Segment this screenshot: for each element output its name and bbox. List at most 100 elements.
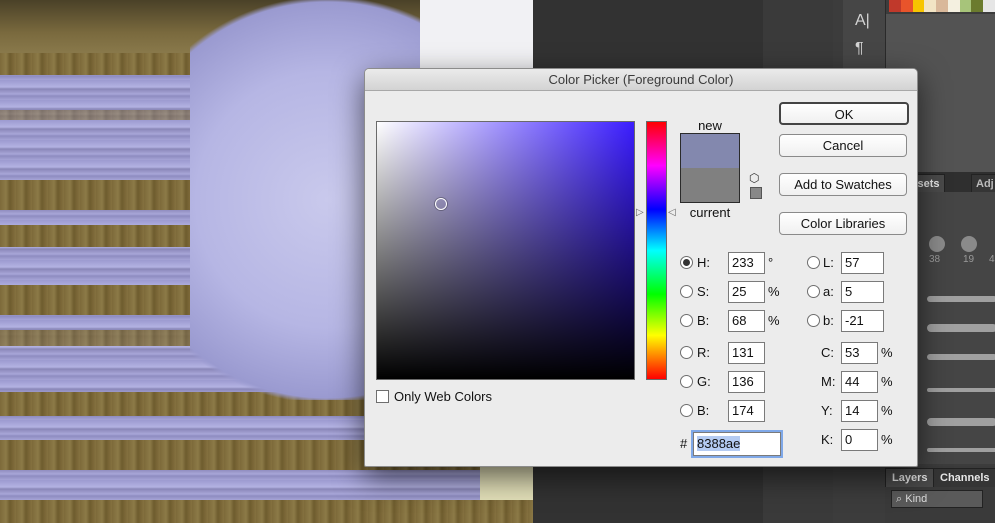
hue-input[interactable]: 233 [728,252,765,274]
blue-radio[interactable] [680,404,693,417]
add-to-swatches-button[interactable]: Add to Swatches [779,173,907,196]
cyan-input[interactable]: 53 [841,342,878,364]
search-icon: ⌕ [896,493,903,505]
red-input[interactable]: 131 [728,342,765,364]
blue-row: B: 174 [680,400,790,422]
brightness-radio[interactable] [680,314,693,327]
saturation-row: S: 25 % [680,281,790,303]
new-color-label: new [698,118,722,133]
brightness-input[interactable]: 68 [728,310,765,332]
swatches-strip[interactable] [889,0,995,12]
brush-stroke[interactable] [927,388,995,392]
magenta-input[interactable]: 44 [841,371,878,393]
hex-sign: # [680,436,688,451]
only-web-colors-label: Only Web Colors [394,389,493,404]
new-color-swatch [681,134,739,168]
saturation-input[interactable]: 25 [728,281,765,303]
kind-filter-label: Kind [905,493,928,505]
green-radio[interactable] [680,375,693,388]
swatch-chip[interactable] [947,0,960,12]
black-input[interactable]: 0 [841,429,878,451]
ok-button[interactable]: OK [779,102,909,125]
green-input[interactable]: 136 [728,371,765,393]
green-label: G: [697,374,711,389]
magenta-row: M: 44 % [821,371,911,393]
lab-a-radio[interactable] [807,285,820,298]
hue-slider-left-arrow-icon[interactable]: ▷ [636,207,644,218]
brush-preset-dot[interactable] [961,236,977,252]
brush-stroke[interactable] [927,296,995,302]
brightness-label: B: [697,313,710,328]
tab-adjustments[interactable]: Adj [971,174,995,193]
brush-stroke[interactable] [927,324,995,332]
brush-size-label: 38 [929,254,941,265]
yellow-row: Y: 14 % [821,400,911,422]
cyan-label: C: [821,345,834,360]
lab-a-label: a: [823,284,834,299]
hue-row: H: 233 ° [680,252,790,274]
swatch-chip[interactable] [900,0,913,12]
cyan-unit: % [881,345,893,360]
brush-stroke[interactable] [927,418,995,426]
brush-preset-dot[interactable] [929,236,945,252]
lab-b-input[interactable]: -21 [841,310,884,332]
color-preview [680,133,740,203]
brightness-row: B: 68 % [680,310,790,332]
brush-size-label: 4 [989,254,995,265]
saturation-radio[interactable] [680,285,693,298]
brush-size-label: 19 [963,254,975,265]
hue-slider-right-arrow-icon[interactable]: ◁ [668,207,676,218]
lab-a-input[interactable]: 5 [841,281,884,303]
yellow-input[interactable]: 14 [841,400,878,422]
swatch-chip[interactable] [971,0,984,12]
swatch-chip[interactable] [912,0,925,12]
green-row: G: 136 [680,371,790,393]
swatch-chip[interactable] [889,0,901,12]
layers-panel: Layers Channels ⌕ Kind [885,466,995,523]
swatch-chip[interactable] [924,0,937,12]
brush-stroke[interactable] [927,354,995,360]
color-libraries-button[interactable]: Color Libraries [779,212,907,235]
hue-radio[interactable] [680,256,693,269]
magenta-unit: % [881,374,893,389]
hue-label: H: [697,255,710,270]
brightness-unit: % [768,313,780,328]
swatch-chip[interactable] [983,0,995,12]
current-color-swatch[interactable] [681,168,739,202]
swatch-chip[interactable] [959,0,972,12]
cancel-button[interactable]: Cancel [779,134,907,157]
hex-input[interactable]: 8388ae [693,432,781,456]
black-row: K: 0 % [821,429,911,451]
saturation-label: S: [697,284,710,299]
only-web-colors-row: Only Web Colors [376,389,492,404]
blue-input[interactable]: 174 [728,400,765,422]
hue-slider[interactable] [646,121,667,380]
red-radio[interactable] [680,346,693,359]
tab-layers[interactable]: Layers [885,468,935,487]
color-field-marker[interactable] [435,198,447,210]
lab-l-row: L: 57 [807,252,907,274]
hue-unit: ° [768,255,774,270]
yellow-unit: % [881,403,893,418]
red-row: R: 131 [680,342,790,364]
black-label: K: [821,432,834,447]
lab-b-row: b: -21 [807,310,907,332]
lab-l-input[interactable]: 57 [841,252,884,274]
tab-channels[interactable]: Channels [933,468,995,487]
brush-stroke[interactable] [927,448,995,452]
photo-lace-band [0,500,533,523]
lab-l-radio[interactable] [807,256,820,269]
yellow-label: Y: [821,403,833,418]
web-safe-swatch-icon[interactable] [750,187,762,199]
lab-b-radio[interactable] [807,314,820,327]
paragraph-icon[interactable]: ¶ [855,40,864,58]
only-web-colors-checkbox[interactable] [376,390,389,403]
dialog-title: Color Picker (Foreground Color) [365,69,917,91]
swatch-chip[interactable] [936,0,948,12]
type-tool-icon[interactable]: A| [855,12,870,30]
current-color-label: current [689,205,731,220]
color-picker-dialog: Color Picker (Foreground Color) ▷ ◁ new … [364,68,918,467]
kind-filter-select[interactable]: ⌕ Kind [891,490,983,508]
gamut-cube-icon[interactable]: ⬡ [749,171,759,185]
color-field[interactable] [376,121,635,380]
